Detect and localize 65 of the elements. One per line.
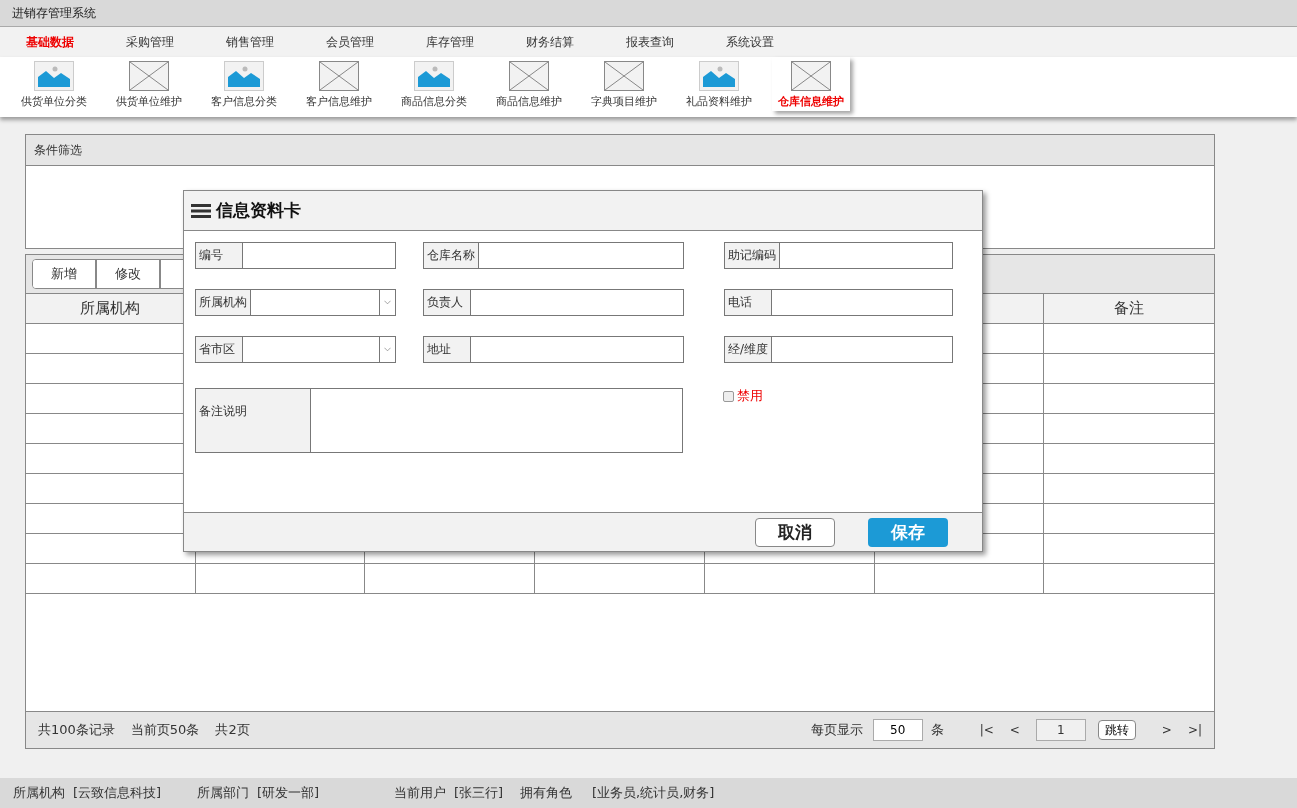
status-label: 所属机构 [13, 784, 65, 802]
status-value: [业务员,统计员,财务] [592, 784, 715, 802]
record-count: 共100条记录 [38, 721, 115, 739]
placeholder-icon [791, 61, 831, 91]
select-field[interactable]: 省市区 [195, 336, 396, 363]
menu-tab[interactable]: 系统设置 [700, 33, 800, 51]
menu-tab[interactable]: 基础数据 [0, 33, 100, 51]
shortcut-item[interactable]: 礼品资料维护 [671, 57, 766, 117]
status-label: 当前用户 [394, 784, 446, 802]
input-field[interactable]: 负责人 [423, 289, 684, 316]
toolbar-button[interactable]: 新增 [33, 260, 97, 288]
per-page-unit: 条 [930, 721, 944, 739]
prev-page-link[interactable]: < [1009, 723, 1020, 737]
menu-tab[interactable]: 库存管理 [400, 33, 500, 51]
dialog-title: 信息资料卡 [216, 199, 301, 222]
placeholder-icon [508, 61, 549, 91]
menu-tab[interactable]: 报表查询 [600, 33, 700, 51]
image-icon [33, 61, 74, 91]
column-header: 备注 [1113, 298, 1146, 319]
status-value: [云致信息科技] [73, 784, 162, 802]
input-field[interactable]: 助记编码 [724, 242, 953, 269]
shortcut-item[interactable]: 仓库信息维护 [772, 57, 850, 111]
input-field[interactable]: 电话 [724, 289, 953, 316]
jump-button[interactable]: 跳转 [1097, 720, 1136, 740]
input-field[interactable]: 编号 [195, 242, 396, 269]
page-size-info: 当前页50条 [130, 721, 200, 739]
image-icon [223, 61, 264, 91]
panel-title: 条件筛选 [34, 141, 82, 159]
next-page-link[interactable]: > [1161, 723, 1172, 737]
status-value: [张三行] [454, 784, 504, 802]
placeholder-icon [318, 61, 359, 91]
page-field[interactable]: 1 [1035, 719, 1086, 741]
status-label: 所属部门 [197, 784, 249, 802]
cancel-button[interactable]: 取消 [755, 517, 835, 547]
app-title: 进销存管理系统 [12, 4, 96, 22]
first-page-link[interactable]: |< [979, 723, 994, 737]
placeholder-icon [603, 61, 644, 91]
last-page-link[interactable]: >| [1187, 723, 1202, 737]
shortcut-item[interactable]: 字典项目维护 [576, 57, 671, 117]
checkbox[interactable] [723, 390, 734, 402]
input-field[interactable]: 地址 [423, 336, 684, 363]
menu-tab[interactable]: 销售管理 [200, 33, 300, 51]
notes-field[interactable]: 备注说明 [195, 388, 683, 453]
status-value: [研发一部] [257, 784, 320, 802]
shortcut-item[interactable]: 客户信息维护 [291, 57, 386, 117]
placeholder-icon [128, 61, 169, 91]
menu-tab[interactable]: 采购管理 [100, 33, 200, 51]
status-label: 拥有角色 [520, 784, 572, 802]
page-count: 共2页 [215, 721, 250, 739]
image-icon [698, 61, 739, 91]
per-page-field[interactable]: 50 [872, 719, 923, 741]
menu-icon[interactable] [191, 203, 211, 218]
checkbox-label: 禁用 [737, 387, 763, 405]
input-field[interactable]: 仓库名称 [423, 242, 684, 269]
menu-tab[interactable]: 会员管理 [300, 33, 400, 51]
input-field[interactable]: 经/维度 [724, 336, 953, 363]
menu-tab[interactable]: 财务结算 [500, 33, 600, 51]
shortcut-item[interactable]: 供货单位分类 [6, 57, 101, 117]
shortcut-item[interactable]: 客户信息分类 [196, 57, 291, 117]
select-field[interactable]: 所属机构 [195, 289, 396, 316]
shortcut-item[interactable]: 商品信息分类 [386, 57, 481, 117]
shortcut-item[interactable]: 商品信息维护 [481, 57, 576, 117]
image-icon [413, 61, 454, 91]
per-page-label: 每页显示 [810, 721, 863, 739]
shortcut-item[interactable]: 供货单位维护 [101, 57, 196, 117]
